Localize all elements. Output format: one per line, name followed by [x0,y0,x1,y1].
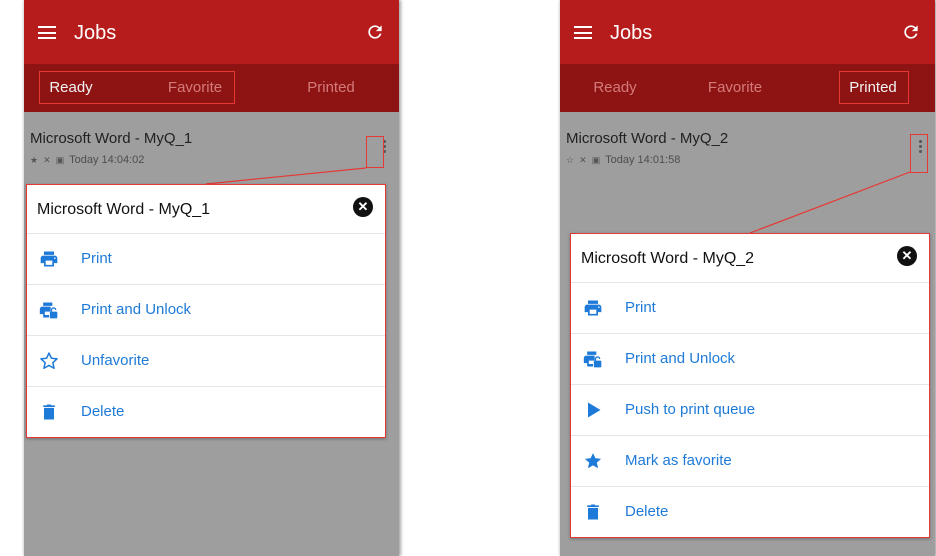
play-icon [588,402,601,418]
dialog-item-print-unlock[interactable]: Print and Unlock [571,333,929,385]
dialog-item-label: Delete [625,503,669,520]
trash-icon [43,404,55,420]
phone-screen-right: Jobs Ready Favorite Printed Microsoft Wo… [560,0,935,556]
dialog-item-mark-favorite[interactable]: Mark as favorite [571,435,929,487]
action-dialog: Microsoft Word - MyQ_2 ✕ Print Print and… [570,233,930,538]
dialog-item-print[interactable]: Print [27,233,385,285]
dialog-item-print-unlock[interactable]: Print and Unlock [27,284,385,336]
print-icon [584,300,602,316]
dialog-title: Microsoft Word - MyQ_1 [37,201,211,218]
dialog-item-label: Push to print queue [625,401,756,418]
action-dialog: Microsoft Word - MyQ_1 ✕ Print Print and… [26,184,386,438]
close-icon[interactable]: ✕ [897,246,917,266]
close-icon[interactable]: ✕ [353,197,373,217]
dialog-item-label: Print and Unlock [625,350,736,367]
star-filled-icon [584,453,602,469]
trash-icon [587,504,599,520]
dialog-item-label: Unfavorite [81,352,150,369]
dialog-item-label: Delete [81,403,125,420]
dialog-item-delete[interactable]: Delete [571,486,929,538]
phone-screen-left: Jobs Ready Favorite Printed Microsoft Wo… [24,0,399,556]
print-unlock-icon [583,351,602,368]
dialog-item-label: Print [81,250,112,267]
dialog-item-delete[interactable]: Delete [27,386,385,438]
print-icon [40,251,58,267]
dialog-item-label: Print and Unlock [81,301,192,318]
print-unlock-icon [39,302,58,319]
dialog-item-label: Mark as favorite [625,452,732,469]
dialog-item-print[interactable]: Print [571,282,929,334]
dialog-item-label: Print [625,299,656,316]
star-outline-icon [40,352,58,369]
dialog-item-push-to-queue[interactable]: Push to print queue [571,384,929,436]
dialog-title: Microsoft Word - MyQ_2 [581,250,755,267]
dialog-item-unfavorite[interactable]: Unfavorite [27,335,385,387]
